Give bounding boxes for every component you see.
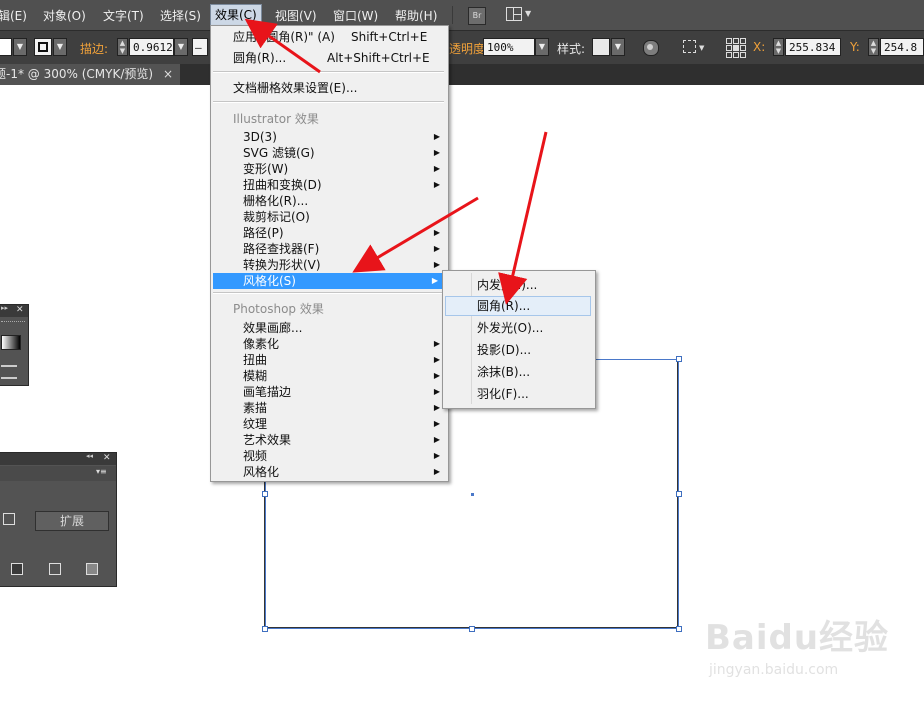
- annotation-arrow: [244, 18, 321, 74]
- watermark-url: jingyan.baidu.com: [709, 662, 839, 678]
- annotation-arrows: [244, 18, 548, 305]
- annotation-arrow: [498, 131, 548, 305]
- annotation-arrow: [352, 196, 479, 273]
- baidu-watermark: Baidu经验 jingyan.baidu.com: [705, 610, 905, 690]
- watermark-brand: Baidu经验: [705, 618, 890, 658]
